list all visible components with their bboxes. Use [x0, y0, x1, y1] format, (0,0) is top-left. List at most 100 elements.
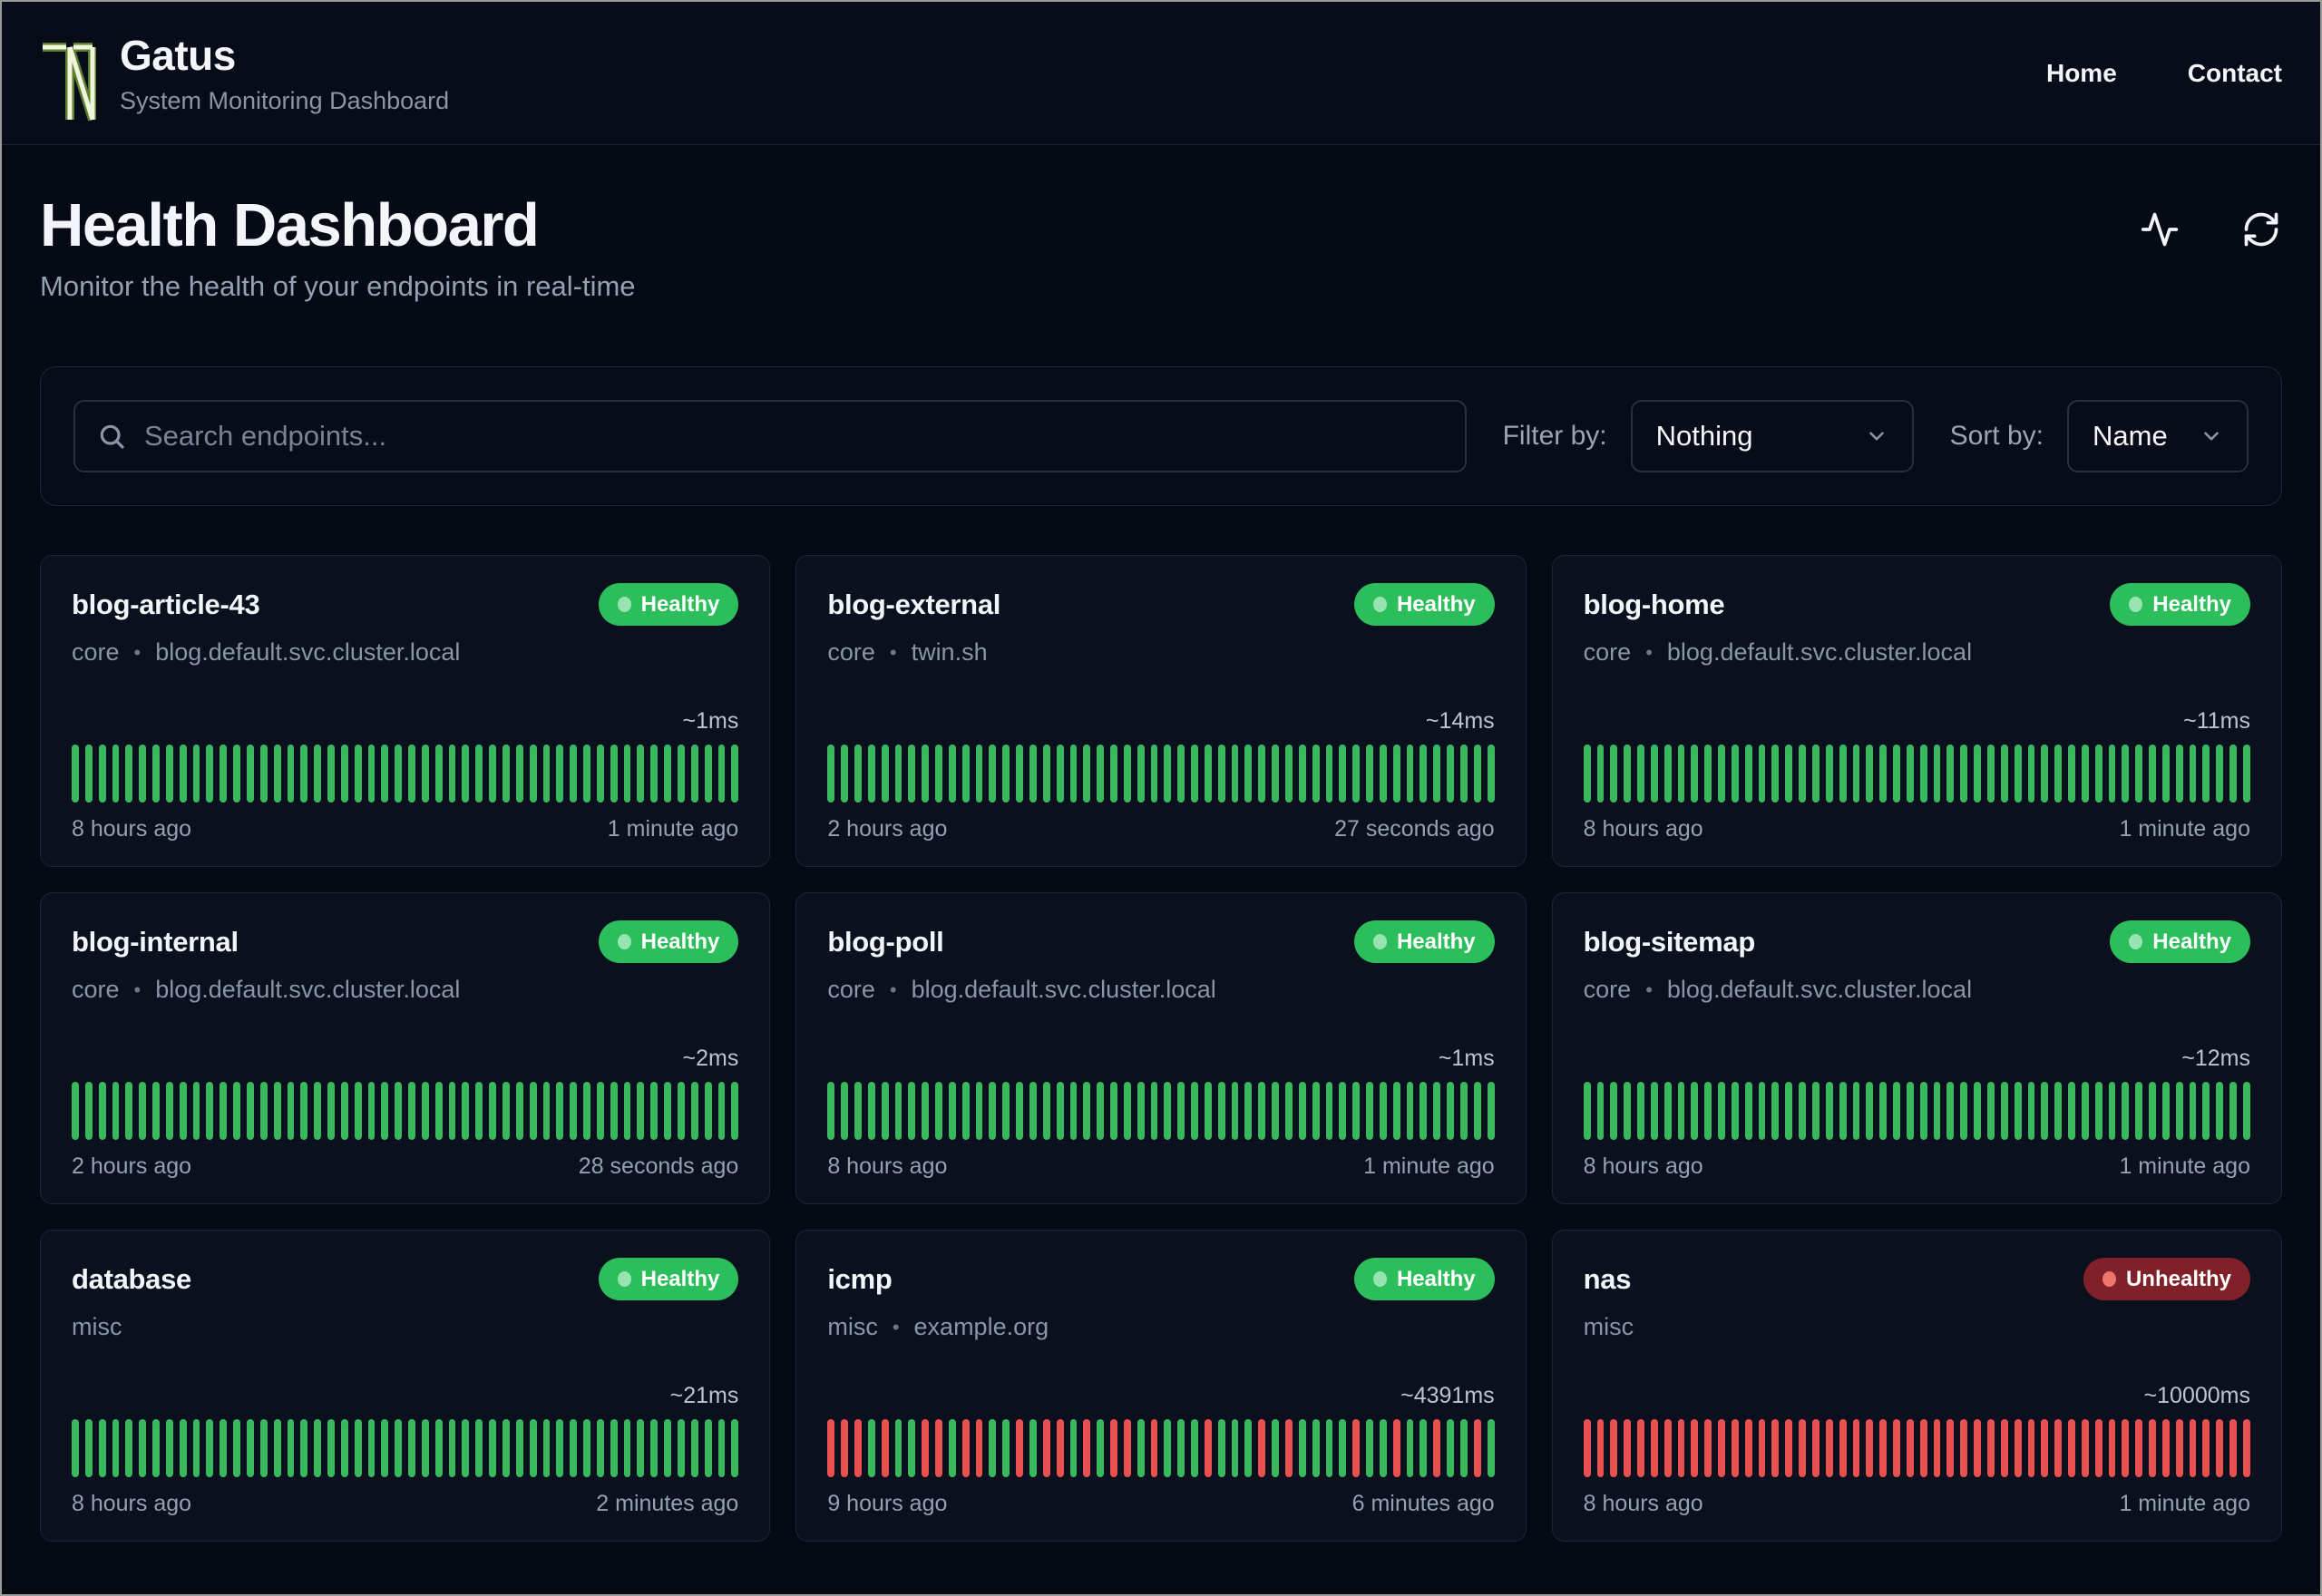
- status-bar[interactable]: [192, 1419, 200, 1478]
- status-bar[interactable]: [2243, 744, 2250, 803]
- status-bar[interactable]: [462, 744, 470, 803]
- status-bar[interactable]: [1069, 1082, 1078, 1141]
- status-bar[interactable]: [2229, 1419, 2237, 1478]
- status-bar[interactable]: [677, 744, 685, 803]
- status-bar[interactable]: [935, 1419, 942, 1478]
- status-bar[interactable]: [1406, 1419, 1414, 1478]
- status-bar[interactable]: [314, 1082, 322, 1141]
- status-bar[interactable]: [1812, 744, 1820, 803]
- status-bar[interactable]: [502, 744, 510, 803]
- status-bar[interactable]: [961, 1082, 970, 1141]
- status-bar[interactable]: [1596, 744, 1605, 803]
- status-bar[interactable]: [1164, 744, 1172, 803]
- status-bar[interactable]: [2122, 1082, 2130, 1141]
- status-bar[interactable]: [542, 1419, 551, 1478]
- status-bar[interactable]: [381, 1419, 389, 1478]
- endpoint-card[interactable]: nas Unhealthy misc • ~10000ms 8 hours ag…: [1551, 1230, 2282, 1542]
- status-bar[interactable]: [556, 744, 564, 803]
- status-bar[interactable]: [2175, 1419, 2183, 1478]
- status-bar[interactable]: [1029, 1082, 1037, 1141]
- status-bar[interactable]: [1974, 744, 1981, 803]
- status-bar[interactable]: [2135, 744, 2143, 803]
- status-bar[interactable]: [1906, 744, 1914, 803]
- status-bar[interactable]: [1150, 1082, 1158, 1141]
- status-bar[interactable]: [515, 744, 523, 803]
- status-bar[interactable]: [1583, 1419, 1591, 1478]
- status-bar[interactable]: [1919, 744, 1927, 803]
- status-bar[interactable]: [246, 744, 254, 803]
- status-bar[interactable]: [1325, 1082, 1333, 1141]
- status-bar[interactable]: [2135, 1082, 2143, 1141]
- status-bar[interactable]: [367, 744, 376, 803]
- status-bar[interactable]: [961, 744, 970, 803]
- status-bar[interactable]: [975, 744, 983, 803]
- status-bar[interactable]: [908, 1082, 916, 1141]
- status-bar[interactable]: [1839, 1082, 1847, 1141]
- status-bar[interactable]: [2122, 1419, 2130, 1478]
- status-bar[interactable]: [246, 1419, 254, 1478]
- status-bar[interactable]: [2081, 1082, 2089, 1141]
- status-bar[interactable]: [1744, 744, 1752, 803]
- status-bar[interactable]: [84, 744, 93, 803]
- nav-link-contact[interactable]: Contact: [2188, 59, 2282, 88]
- status-bar[interactable]: [1852, 1419, 1860, 1478]
- status-bar[interactable]: [152, 744, 160, 803]
- status-bar[interactable]: [233, 1419, 240, 1478]
- status-bar[interactable]: [1447, 1082, 1454, 1141]
- status-bar[interactable]: [1852, 1082, 1860, 1141]
- status-bar[interactable]: [556, 1419, 564, 1478]
- status-bar[interactable]: [717, 1419, 726, 1478]
- status-bar[interactable]: [273, 744, 281, 803]
- status-bar[interactable]: [192, 1082, 200, 1141]
- status-bar[interactable]: [179, 1419, 187, 1478]
- status-bar[interactable]: [1624, 1082, 1632, 1141]
- status-bar[interactable]: [1986, 744, 1995, 803]
- status-bar[interactable]: [1731, 1419, 1739, 1478]
- status-bar[interactable]: [1799, 744, 1806, 803]
- status-bar[interactable]: [1785, 1082, 1793, 1141]
- status-bar[interactable]: [1459, 1082, 1468, 1141]
- status-bar[interactable]: [84, 1082, 93, 1141]
- status-bar[interactable]: [2202, 1082, 2210, 1141]
- status-bar[interactable]: [72, 1082, 79, 1141]
- status-bar[interactable]: [2081, 744, 2089, 803]
- status-bar[interactable]: [112, 1419, 120, 1478]
- status-bar[interactable]: [975, 1082, 983, 1141]
- status-bar[interactable]: [1974, 1082, 1981, 1141]
- status-bar[interactable]: [489, 744, 496, 803]
- status-bar[interactable]: [542, 1082, 551, 1141]
- status-bar[interactable]: [1447, 1419, 1454, 1478]
- status-bar[interactable]: [989, 1082, 997, 1141]
- status-bar[interactable]: [1042, 1082, 1050, 1141]
- status-bar[interactable]: [2216, 1419, 2224, 1478]
- status-bar[interactable]: [1392, 1419, 1400, 1478]
- status-bar[interactable]: [448, 1419, 456, 1478]
- status-bar[interactable]: [1812, 1082, 1820, 1141]
- status-bar[interactable]: [1056, 1419, 1064, 1478]
- status-bar[interactable]: [2243, 1419, 2250, 1478]
- status-bar[interactable]: [354, 1082, 362, 1141]
- status-bar[interactable]: [314, 744, 322, 803]
- status-bar[interactable]: [2081, 1419, 2089, 1478]
- status-bar[interactable]: [677, 1082, 685, 1141]
- status-bar[interactable]: [1002, 1419, 1010, 1478]
- status-bar[interactable]: [1879, 1419, 1888, 1478]
- status-bar[interactable]: [596, 744, 604, 803]
- status-bar[interactable]: [287, 1419, 295, 1478]
- status-bar[interactable]: [1097, 744, 1105, 803]
- status-bar[interactable]: [1946, 1419, 1955, 1478]
- status-bar[interactable]: [125, 744, 133, 803]
- status-bar[interactable]: [354, 744, 362, 803]
- status-bar[interactable]: [650, 1082, 659, 1141]
- status-bar[interactable]: [1650, 1082, 1658, 1141]
- status-history-bars[interactable]: [827, 1419, 1495, 1478]
- status-bar[interactable]: [1325, 744, 1333, 803]
- status-bar[interactable]: [152, 1082, 160, 1141]
- status-bar[interactable]: [1231, 744, 1239, 803]
- status-bar[interactable]: [1002, 1082, 1010, 1141]
- status-bar[interactable]: [650, 1419, 659, 1478]
- status-bar[interactable]: [1217, 1082, 1225, 1141]
- status-bar[interactable]: [165, 1419, 173, 1478]
- status-bar[interactable]: [1624, 1419, 1632, 1478]
- status-bar[interactable]: [677, 1419, 685, 1478]
